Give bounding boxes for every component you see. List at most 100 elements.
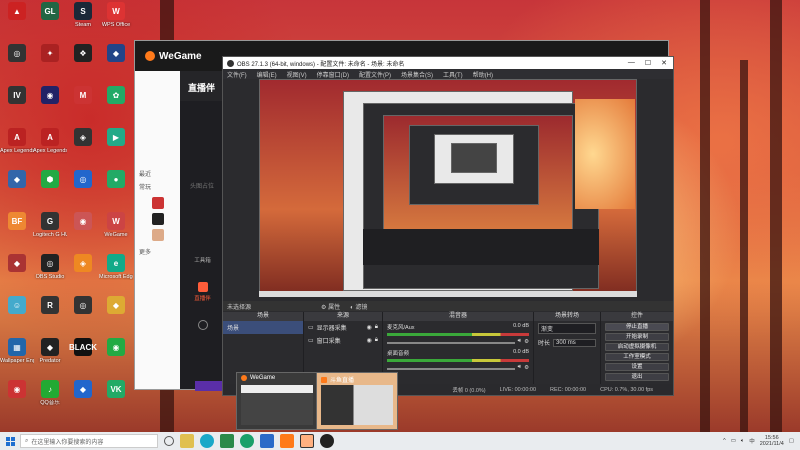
speaker-icon[interactable]: 🔊︎ bbox=[518, 364, 521, 371]
taskbar-search[interactable]: ⌕ 在这里输入你要搜索的内容 bbox=[20, 434, 158, 448]
desktop-icon[interactable]: ✿ bbox=[99, 84, 133, 124]
desktop-icon[interactable]: W WPS Office bbox=[99, 0, 133, 40]
obs-menu-item[interactable]: 文件(F) bbox=[227, 70, 247, 79]
desktop-icon[interactable]: ◆ Predator bbox=[33, 336, 67, 376]
desktop-icon[interactable]: ⬢ bbox=[33, 168, 67, 208]
app-icon[interactable] bbox=[240, 434, 254, 448]
notification-icon[interactable]: ▢ bbox=[789, 438, 794, 444]
exit-button[interactable]: 退出 bbox=[605, 373, 669, 381]
maximize-icon[interactable]: ☐ bbox=[645, 59, 651, 67]
game-icon[interactable] bbox=[151, 229, 164, 241]
desktop-icon[interactable]: ◎ OBS Studio bbox=[33, 252, 67, 292]
minimize-icon[interactable]: — bbox=[628, 59, 635, 67]
taskbar-thumbnail-wegame[interactable]: WeGame bbox=[236, 372, 318, 430]
nav-toolbox[interactable]: 工具箱 bbox=[180, 256, 225, 264]
stop-streaming-button[interactable]: 停止直播 bbox=[605, 323, 669, 331]
desktop-icon[interactable]: S Steam bbox=[66, 0, 100, 40]
properties-button[interactable]: ⚙ 属性 bbox=[321, 302, 340, 311]
obs-menu-item[interactable]: 编辑(E) bbox=[257, 70, 277, 79]
ime-icon[interactable]: 中 bbox=[749, 437, 755, 445]
close-icon[interactable]: ✕ bbox=[661, 59, 667, 67]
desktop-icon[interactable]: ☺ bbox=[0, 294, 34, 334]
start-recording-button[interactable]: 开始录制 bbox=[605, 333, 669, 341]
virtual-camera-button[interactable]: 启动虚拟摄像机 bbox=[605, 343, 669, 351]
transition-select[interactable]: 渐变 bbox=[534, 321, 600, 336]
desktop-icon[interactable]: ◆ bbox=[0, 168, 34, 208]
source-item[interactable]: ▭ 显示器采集 ◉ 🔒︎ bbox=[304, 321, 382, 334]
desktop-icon[interactable]: ♪ QQ音乐 bbox=[33, 378, 67, 418]
app-icon[interactable] bbox=[220, 434, 234, 448]
volume-icon[interactable]: 🔈︎ bbox=[741, 438, 744, 445]
taskbar-thumbnail-stream[interactable]: 斗鱼直播 bbox=[316, 372, 398, 430]
desktop-icon[interactable]: e Microsoft Edge bbox=[99, 252, 133, 292]
filters-button[interactable]: ◐ 滤镜 bbox=[350, 302, 367, 311]
desktop-icon[interactable]: W WeGame bbox=[99, 210, 133, 250]
task-view-icon[interactable] bbox=[164, 436, 174, 446]
start-button[interactable] bbox=[0, 436, 20, 446]
desktop-icon[interactable]: ◈ bbox=[66, 126, 100, 166]
obs-menu-item[interactable]: 停靠窗口(D) bbox=[317, 70, 349, 79]
desktop-icon[interactable]: ◆ bbox=[99, 42, 133, 82]
duration-field[interactable]: 时长 300 ms bbox=[534, 336, 600, 349]
nav-item[interactable] bbox=[180, 320, 225, 330]
desktop-icon[interactable]: ◈ bbox=[66, 252, 100, 292]
obs-menu-item[interactable]: 视图(V) bbox=[287, 70, 307, 79]
desktop-icon[interactable]: ◎ bbox=[66, 168, 100, 208]
desktop-icon[interactable]: ▲ bbox=[0, 0, 34, 40]
lock-icon[interactable]: 🔒︎ bbox=[375, 324, 378, 331]
desktop-icon[interactable]: BLACK bbox=[66, 336, 100, 376]
desktop-icon[interactable]: ▦ Wallpaper Engine bbox=[0, 336, 34, 376]
obs-window[interactable]: OBS 27.1.3 (64-bit, windows) - 配置文件: 未命名… bbox=[222, 56, 674, 396]
desktop-icon[interactable]: R bbox=[33, 294, 67, 334]
obs-menu-item[interactable]: 帮助(H) bbox=[473, 70, 493, 79]
desktop-icon[interactable]: ◎ bbox=[0, 42, 34, 82]
obs-taskbar-icon[interactable] bbox=[320, 434, 334, 448]
desktop-icon[interactable]: M bbox=[66, 84, 100, 124]
obs-preview[interactable] bbox=[259, 79, 637, 297]
settings-button[interactable]: 设置 bbox=[605, 363, 669, 371]
obs-menu-item[interactable]: 配置文件(P) bbox=[359, 70, 391, 79]
desktop-icon[interactable]: ✦ bbox=[33, 42, 67, 82]
gear-icon[interactable]: ⚙ bbox=[524, 365, 529, 371]
volume-slider[interactable] bbox=[387, 341, 515, 344]
desktop-icon[interactable]: ◎ bbox=[66, 294, 100, 334]
scene-item[interactable]: 场景 bbox=[223, 321, 303, 334]
desktop-icon[interactable]: A Apex Legends bbox=[0, 126, 34, 166]
obs-menu-item[interactable]: 场景集合(S) bbox=[401, 70, 433, 79]
nav-live[interactable]: 直播伴 bbox=[180, 282, 225, 302]
obs-titlebar[interactable]: OBS 27.1.3 (64-bit, windows) - 配置文件: 未命名… bbox=[223, 57, 673, 69]
game-icon[interactable] bbox=[151, 197, 164, 209]
stream-taskbar-icon[interactable] bbox=[300, 434, 314, 448]
desktop-icon[interactable]: GL bbox=[33, 0, 67, 40]
volume-slider[interactable] bbox=[387, 367, 515, 370]
desktop-icon[interactable]: ● bbox=[99, 168, 133, 208]
app-icon[interactable] bbox=[260, 434, 274, 448]
network-icon[interactable]: ▭ bbox=[731, 438, 736, 444]
wegame-taskbar-icon[interactable] bbox=[280, 434, 294, 448]
chevron-up-icon[interactable]: ^ bbox=[723, 438, 726, 444]
edge-icon[interactable] bbox=[200, 434, 214, 448]
desktop-icon[interactable]: ◉ bbox=[0, 378, 34, 418]
speaker-icon[interactable]: 🔊︎ bbox=[518, 338, 521, 345]
desktop-icon[interactable]: ◆ bbox=[66, 378, 100, 418]
eye-icon[interactable]: ◉ bbox=[367, 337, 372, 344]
studio-mode-button[interactable]: 工作室模式 bbox=[605, 353, 669, 361]
desktop-icon[interactable]: VK bbox=[99, 378, 133, 418]
desktop-icon[interactable]: BF bbox=[0, 210, 34, 250]
file-explorer-icon[interactable] bbox=[180, 434, 194, 448]
desktop-icon[interactable]: ❖ bbox=[66, 42, 100, 82]
desktop-icon[interactable]: ◆ bbox=[0, 252, 34, 292]
desktop-icon[interactable]: ◉ bbox=[33, 84, 67, 124]
eye-icon[interactable]: ◉ bbox=[367, 324, 372, 331]
desktop-icon[interactable]: ◉ bbox=[66, 210, 100, 250]
wegame-more-link[interactable]: 更多 bbox=[135, 245, 180, 258]
clock[interactable]: 15:56 2021/11/4 bbox=[760, 435, 784, 447]
desktop-icon[interactable]: ▶ bbox=[99, 126, 133, 166]
source-item[interactable]: ▭ 窗口采集 ◉ 🔒︎ bbox=[304, 334, 382, 347]
desktop-icon[interactable]: A Apex Legends bbox=[33, 126, 67, 166]
desktop-icon[interactable]: ◆ bbox=[99, 294, 133, 334]
desktop-icon[interactable]: G Logitech G HUB bbox=[33, 210, 67, 250]
gear-icon[interactable]: ⚙ bbox=[524, 339, 529, 345]
desktop-icon[interactable]: ◉ bbox=[99, 336, 133, 376]
lock-icon[interactable]: 🔒︎ bbox=[375, 337, 378, 344]
